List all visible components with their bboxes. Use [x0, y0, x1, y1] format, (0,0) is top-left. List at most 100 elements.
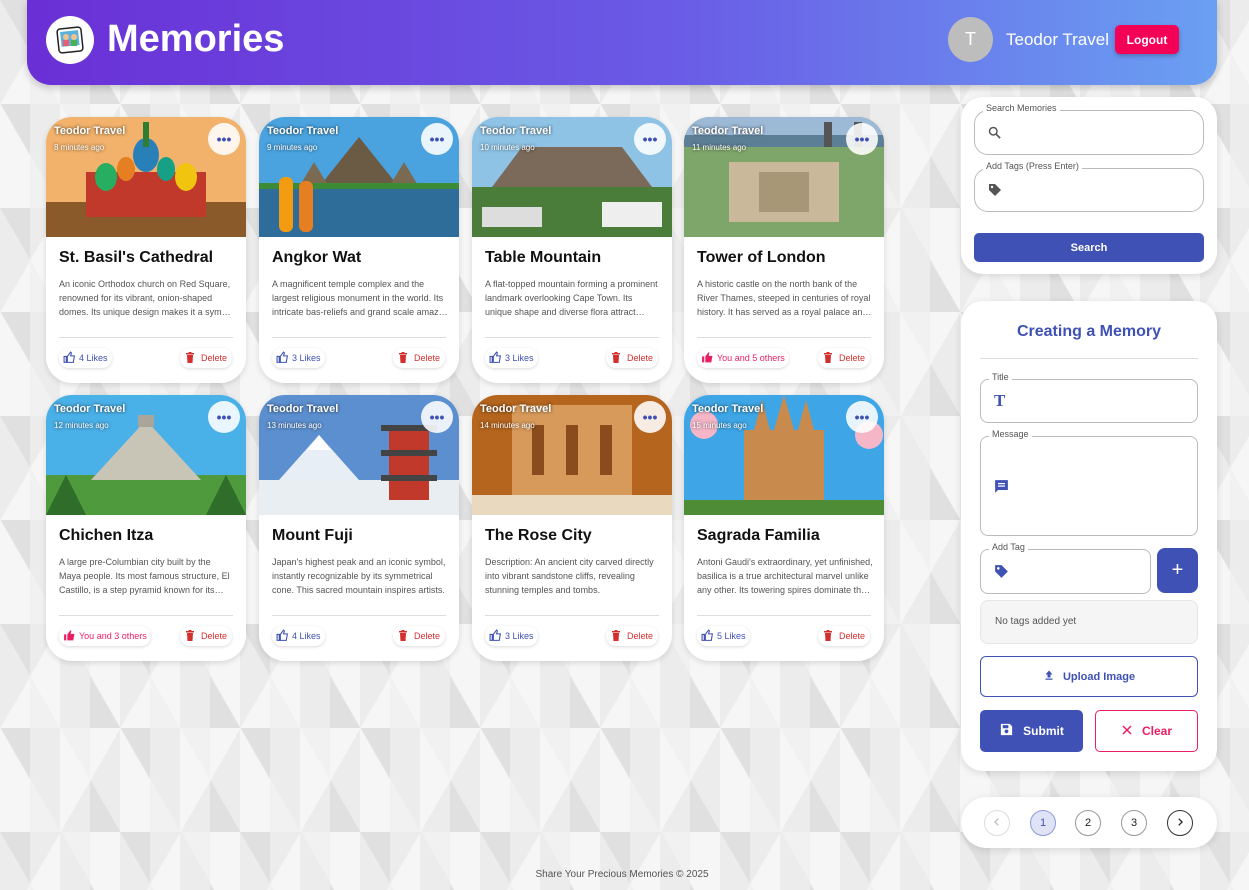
more-options-button[interactable]: ••• [208, 123, 240, 155]
memory-card-mount-fuji[interactable]: Teodor Travel 13 minutes ago ••• Mount Fuji… [259, 395, 459, 661]
post-author: Teodor Travel [692, 403, 764, 415]
thumb-up-icon [63, 350, 76, 366]
add-tag-button[interactable]: + [1157, 548, 1198, 593]
like-button[interactable]: 3 Likes [272, 348, 325, 368]
tags-search-input[interactable]: Add Tags (Press Enter) [974, 161, 1204, 212]
clear-button[interactable]: Clear [1095, 710, 1198, 752]
thumb-up-icon [276, 628, 289, 644]
search-button[interactable]: Search [974, 233, 1204, 262]
user-name: Teodor Travel [1006, 30, 1109, 49]
divider [980, 358, 1198, 359]
divider [272, 615, 446, 616]
more-horiz-icon: ••• [642, 409, 658, 425]
more-options-button[interactable]: ••• [846, 123, 878, 155]
like-count: 4 Likes [79, 353, 108, 363]
avatar[interactable]: T [948, 17, 993, 62]
delete-button[interactable]: Delete [179, 626, 232, 646]
more-horiz-icon: ••• [854, 131, 870, 147]
like-button[interactable]: You and 5 others [697, 348, 789, 368]
like-count: 4 Likes [292, 631, 321, 641]
upload-image-button[interactable]: Upload Image [980, 656, 1198, 697]
pagination: 1 2 3 [961, 797, 1217, 848]
close-icon [1121, 724, 1133, 739]
delete-label: Delete [626, 353, 653, 363]
post-title: Angkor Wat [272, 249, 362, 266]
photo-album-icon [46, 16, 94, 64]
post-author: Teodor Travel [692, 125, 764, 137]
more-options-button[interactable]: ••• [208, 401, 240, 433]
more-options-button[interactable]: ••• [421, 401, 453, 433]
like-button[interactable]: 4 Likes [59, 348, 112, 368]
post-author: Teodor Travel [267, 125, 339, 137]
like-button[interactable]: You and 3 others [59, 626, 151, 646]
add-tag-field[interactable]: Add Tag [980, 542, 1151, 594]
trash-icon [611, 351, 621, 365]
delete-button[interactable]: Delete [817, 626, 870, 646]
like-count: 3 Likes [505, 353, 534, 363]
chevron-left-icon [992, 817, 1002, 830]
like-button[interactable]: 4 Likes [272, 626, 325, 646]
tags-placeholder: No tags added yet [980, 600, 1198, 644]
post-time: 12 minutes ago [54, 421, 109, 430]
save-icon [999, 722, 1014, 740]
delete-button[interactable]: Delete [605, 348, 658, 368]
delete-button[interactable]: Delete [179, 348, 232, 368]
post-title: Table Mountain [485, 249, 602, 266]
post-author: Teodor Travel [267, 403, 339, 415]
post-author: Teodor Travel [480, 403, 552, 415]
trash-icon [398, 351, 408, 365]
more-options-button[interactable]: ••• [634, 123, 666, 155]
message-icon [993, 478, 1010, 495]
upload-icon [1043, 669, 1055, 684]
trash-icon [185, 351, 195, 365]
like-button[interactable]: 3 Likes [485, 348, 538, 368]
post-time: 9 minutes ago [267, 143, 318, 152]
post-title: St. Basil's Cathedral [59, 249, 214, 266]
delete-button[interactable]: Delete [605, 626, 658, 646]
thumb-up-icon [489, 628, 502, 644]
memory-form-panel: Creating a Memory Title T Message Add Ta… [961, 301, 1217, 771]
like-button[interactable]: 5 Likes [697, 626, 750, 646]
memory-card-table-mountain[interactable]: Teodor Travel 10 minutes ago ••• Table Moun… [472, 117, 672, 383]
memory-card-angkor-wat[interactable]: Teodor Travel 9 minutes ago ••• Angkor Wat A… [259, 117, 459, 383]
title-field[interactable]: Title T [980, 372, 1198, 423]
memory-card-the-rose-city[interactable]: Teodor Travel 14 minutes ago ••• The Rose C… [472, 395, 672, 661]
more-options-button[interactable]: ••• [846, 401, 878, 433]
more-options-button[interactable]: ••• [634, 401, 666, 433]
post-message: Antoni Gaudi's extraordinary, yet unfini… [697, 557, 873, 595]
search-input[interactable]: Search Memories [974, 103, 1204, 155]
next-page-button[interactable] [1167, 810, 1193, 836]
thumb-up-icon [701, 351, 714, 366]
page-3-button[interactable]: 3 [1121, 810, 1147, 836]
post-author: Teodor Travel [54, 403, 126, 415]
post-title: Mount Fuji [272, 527, 353, 544]
post-title: The Rose City [485, 527, 592, 544]
delete-button[interactable]: Delete [392, 348, 445, 368]
previous-page-button[interactable] [984, 810, 1010, 836]
memory-card-st-basils[interactable]: Teodor Travel 8 minutes ago ••• St. Basil's… [46, 117, 246, 383]
more-options-button[interactable]: ••• [421, 123, 453, 155]
submit-label: Submit [1023, 724, 1064, 738]
app-title: Memories [107, 18, 285, 60]
tag-icon [987, 182, 1003, 198]
memory-card-chichen-itza[interactable]: Teodor Travel 12 minutes ago ••• Chichen It… [46, 395, 246, 661]
memory-card-tower-of-london[interactable]: Teodor Travel 11 minutes ago ••• Tower of L… [684, 117, 884, 383]
form-heading: Creating a Memory [1016, 323, 1162, 340]
delete-label: Delete [838, 631, 865, 641]
page-2-button[interactable]: 2 [1075, 810, 1101, 836]
more-horiz-icon: ••• [854, 409, 870, 425]
memory-card-sagrada-familia[interactable]: Teodor Travel 15 minutes ago ••• Sagrada Fa… [684, 395, 884, 661]
tags-input-label: Add Tags (Press Enter) [983, 161, 1082, 171]
post-message: A historic castle on the north bank of t… [697, 279, 871, 317]
clear-label: Clear [1141, 724, 1173, 738]
footer-text: Share Your Precious Memories © 2025 [535, 869, 709, 880]
logout-button[interactable]: Logout [1115, 25, 1179, 54]
like-button[interactable]: 3 Likes [485, 626, 538, 646]
divider [272, 337, 446, 338]
delete-button[interactable]: Delete [817, 348, 870, 368]
page-1-button[interactable]: 1 [1030, 810, 1056, 836]
message-field[interactable]: Message [980, 429, 1198, 536]
trash-icon [611, 629, 621, 643]
delete-button[interactable]: Delete [392, 626, 445, 646]
submit-button[interactable]: Submit [980, 710, 1083, 752]
